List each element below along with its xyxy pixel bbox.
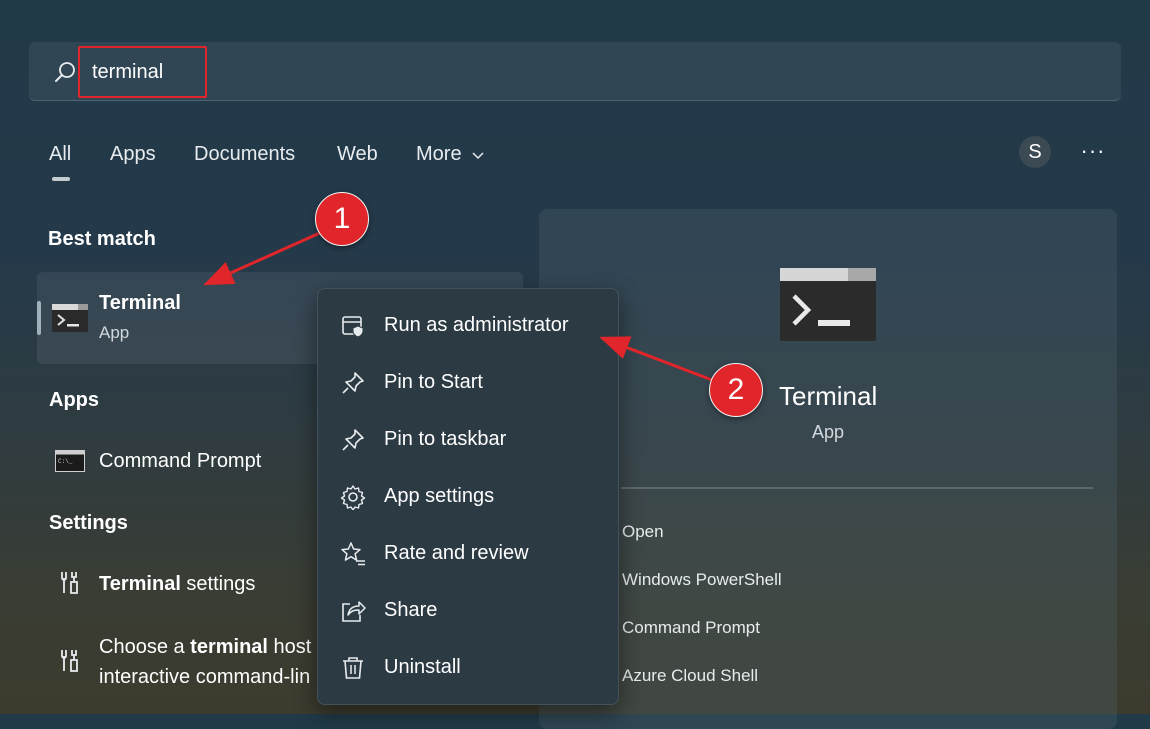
settings-item-text-2: host: [267, 636, 312, 658]
settings-item-line2: interactive command-lin: [99, 666, 311, 688]
detail-app-type: App: [812, 422, 845, 442]
avatar[interactable]: S: [1019, 136, 1051, 168]
tab-more[interactable]: More: [416, 143, 485, 166]
svg-text:C:\_: C:\_: [58, 458, 73, 465]
menu-item-label: Share: [384, 599, 438, 621]
selection-indicator: [37, 301, 41, 335]
menu-item-label: Uninstall: [384, 656, 461, 678]
settings-item-bold: Terminal: [99, 573, 181, 595]
trash-icon: [343, 657, 363, 679]
terminal-app-icon: [52, 304, 88, 332]
best-match-name: Terminal: [99, 292, 181, 314]
annotation-badge-2: 2: [709, 363, 763, 417]
menu-item-app-settings[interactable]: App settings: [318, 468, 616, 525]
annotation-badge-1: 1: [315, 192, 369, 246]
settings-wrench-icon: [61, 572, 78, 594]
menu-item-label: App settings: [384, 485, 495, 507]
settings-wrench-icon-2: [61, 650, 78, 672]
terminal-large-icon: [780, 268, 876, 341]
tab-documents[interactable]: Documents: [194, 143, 295, 166]
pin-icon: [342, 372, 364, 394]
command-prompt-icon: C:\_: [55, 450, 85, 472]
star-icon: [341, 542, 365, 566]
apps-section-title: Apps: [49, 389, 99, 411]
detail-divider: [621, 487, 1093, 489]
best-match-type: App: [99, 323, 130, 342]
menu-item-pin-to-taskbar[interactable]: Pin to taskbar: [318, 411, 616, 468]
detail-action-azure-cloud-shell[interactable]: Azure Cloud Shell: [622, 666, 758, 686]
menu-item-pin-to-start[interactable]: Pin to Start: [318, 354, 616, 411]
menu-item-label: Pin to taskbar: [384, 428, 507, 450]
search-input[interactable]: [78, 46, 207, 98]
detail-action-command-prompt[interactable]: Command Prompt: [622, 618, 760, 638]
menu-item-uninstall[interactable]: Uninstall: [318, 639, 616, 696]
chevron-down-icon: [472, 152, 484, 159]
more-options-button[interactable]: ···: [1076, 134, 1110, 168]
tab-all[interactable]: All: [49, 143, 71, 166]
pin-icon: [342, 429, 364, 451]
search-icon: [55, 62, 75, 82]
settings-item-text: Choose a: [99, 636, 191, 658]
menu-item-label: Rate and review: [384, 542, 529, 564]
detail-app-name: Terminal: [779, 381, 878, 411]
tab-web[interactable]: Web: [337, 143, 378, 166]
shield-icon: [342, 316, 364, 338]
apps-item-command-prompt[interactable]: Command Prompt: [99, 450, 261, 473]
menu-item-share[interactable]: Share: [318, 582, 616, 639]
settings-item-rest: settings: [180, 573, 256, 595]
tab-more-label: More: [416, 143, 462, 165]
menu-item-label: Run as administrator: [384, 314, 569, 336]
detail-action-powershell[interactable]: Windows PowerShell: [622, 570, 782, 590]
detail-action-open[interactable]: Open: [622, 522, 664, 542]
share-icon: [342, 601, 366, 622]
menu-item-rate-and-review[interactable]: Rate and review: [318, 525, 616, 582]
menu-item-run-as-administrator[interactable]: Run as administrator: [318, 297, 616, 354]
best-match-title: Best match: [48, 228, 156, 250]
settings-item-choose-terminal-host[interactable]: Choose a terminal host: [99, 636, 311, 659]
settings-item-terminal-settings[interactable]: Terminal settings: [99, 573, 255, 596]
settings-item-bold-2: terminal: [190, 636, 268, 658]
menu-item-label: Pin to Start: [384, 371, 483, 393]
tab-active-indicator: [52, 177, 70, 181]
tab-apps[interactable]: Apps: [110, 143, 156, 166]
gear-icon: [340, 485, 366, 510]
settings-section-title: Settings: [49, 512, 128, 534]
